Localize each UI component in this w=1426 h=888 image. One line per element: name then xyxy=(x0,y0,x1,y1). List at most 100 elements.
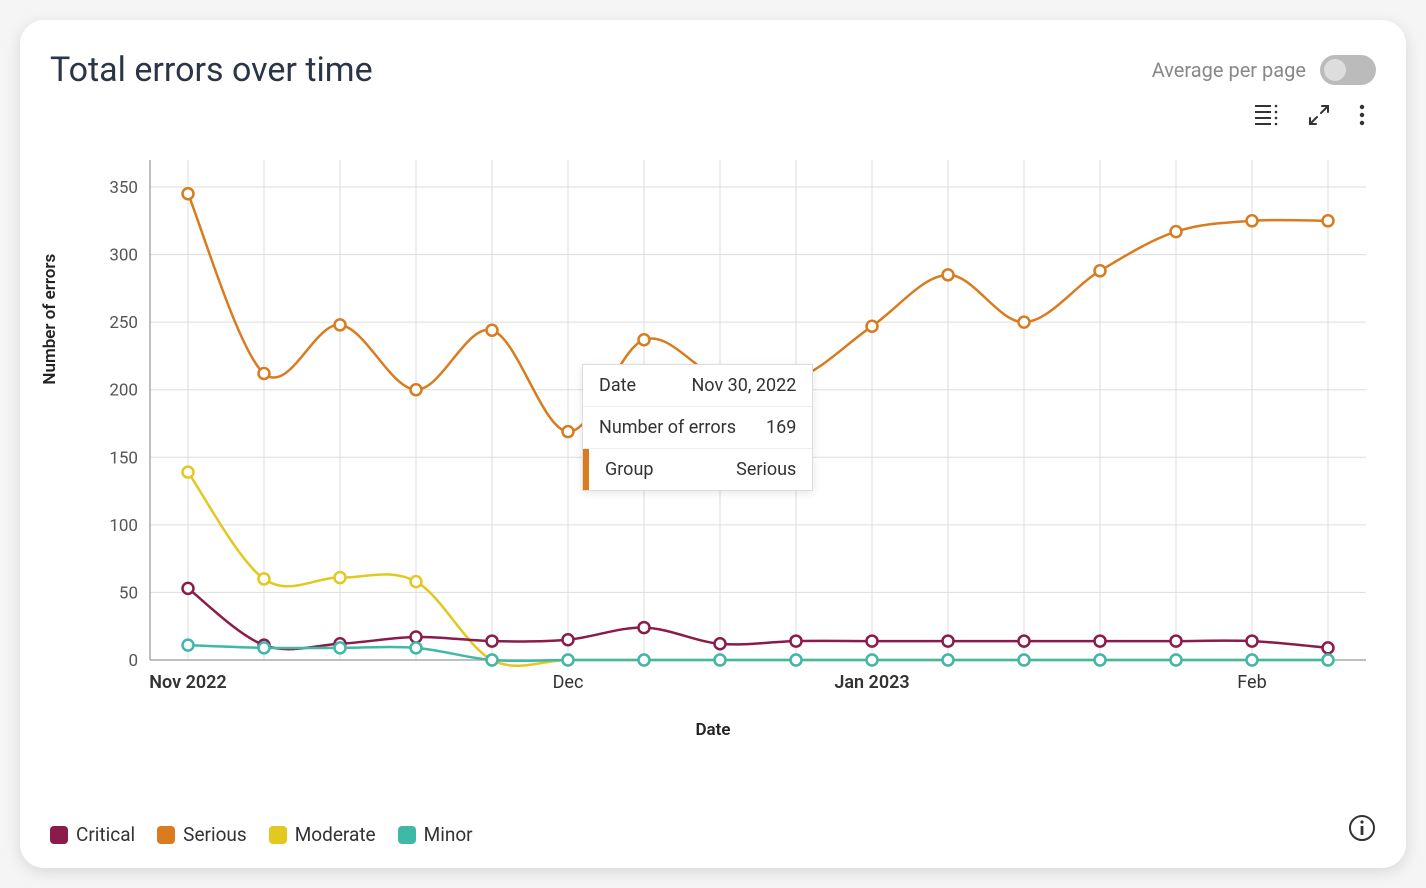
legend-label: Moderate xyxy=(295,823,376,846)
marker-minor[interactable] xyxy=(183,640,194,651)
legend-swatch xyxy=(269,826,287,844)
svg-text:200: 200 xyxy=(109,381,138,401)
series-minor xyxy=(188,645,1328,661)
average-per-page-toggle[interactable] xyxy=(1320,55,1376,85)
marker-serious[interactable] xyxy=(867,321,878,332)
marker-critical[interactable] xyxy=(1019,636,1030,647)
card-header: Total errors over time Average per page xyxy=(50,50,1376,90)
marker-serious[interactable] xyxy=(335,319,346,330)
marker-moderate[interactable] xyxy=(411,576,422,587)
marker-minor[interactable] xyxy=(1095,655,1106,666)
marker-critical[interactable] xyxy=(487,636,498,647)
more-options-icon[interactable] xyxy=(1358,104,1366,130)
marker-minor[interactable] xyxy=(1247,655,1258,666)
marker-critical[interactable] xyxy=(1247,636,1258,647)
svg-text:Jan 2023: Jan 2023 xyxy=(834,672,909,693)
chart-area: Number of errors 0 50 100 150 200 250 300 350 No… xyxy=(50,150,1376,750)
legend-item-serious[interactable]: Serious xyxy=(157,823,247,846)
tooltip-errors-value: 169 xyxy=(766,417,796,438)
marker-minor[interactable] xyxy=(563,655,574,666)
marker-serious[interactable] xyxy=(1019,317,1030,328)
marker-minor[interactable] xyxy=(259,642,270,653)
marker-serious[interactable] xyxy=(411,384,422,395)
marker-critical[interactable] xyxy=(1095,636,1106,647)
legend-label: Serious xyxy=(183,823,247,846)
svg-text:Dec: Dec xyxy=(553,672,584,693)
marker-minor[interactable] xyxy=(487,655,498,666)
tooltip: Date Nov 30, 2022 Number of errors 169 G… xyxy=(582,364,813,491)
tooltip-date-row: Date Nov 30, 2022 xyxy=(583,365,812,407)
y-axis-label: Number of errors xyxy=(40,254,60,385)
marker-moderate[interactable] xyxy=(335,572,346,583)
chart-card: Total errors over time Average per page xyxy=(20,20,1406,868)
marker-minor[interactable] xyxy=(411,642,422,653)
svg-text:100: 100 xyxy=(109,516,138,536)
marker-critical[interactable] xyxy=(183,583,194,594)
tooltip-date-value: Nov 30, 2022 xyxy=(691,375,796,396)
marker-minor[interactable] xyxy=(867,655,878,666)
tooltip-group-label: Group xyxy=(605,459,653,480)
marker-minor[interactable] xyxy=(335,642,346,653)
legend: Critical Serious Moderate Minor xyxy=(50,823,1376,846)
chart-toolbar xyxy=(50,104,1376,130)
series-critical xyxy=(188,588,1328,649)
marker-critical[interactable] xyxy=(791,636,802,647)
marker-critical[interactable] xyxy=(563,634,574,645)
marker-serious[interactable] xyxy=(639,334,650,345)
marker-minor[interactable] xyxy=(639,655,650,666)
svg-text:0: 0 xyxy=(128,651,138,671)
legend-item-minor[interactable]: Minor xyxy=(398,823,473,846)
info-icon[interactable] xyxy=(1348,814,1376,846)
legend-item-moderate[interactable]: Moderate xyxy=(269,823,376,846)
table-view-icon[interactable] xyxy=(1254,104,1280,130)
marker-critical[interactable] xyxy=(411,632,422,643)
marker-minor[interactable] xyxy=(1171,655,1182,666)
marker-serious[interactable] xyxy=(487,325,498,336)
expand-icon[interactable] xyxy=(1308,104,1330,130)
marker-moderate[interactable] xyxy=(183,467,194,478)
marker-critical[interactable] xyxy=(1323,642,1334,653)
marker-serious[interactable] xyxy=(1323,215,1334,226)
marker-critical[interactable] xyxy=(1171,636,1182,647)
legend-item-critical[interactable]: Critical xyxy=(50,823,135,846)
marker-serious[interactable] xyxy=(563,426,574,437)
legend-swatch xyxy=(50,826,68,844)
average-per-page-label: Average per page xyxy=(1152,58,1306,82)
svg-text:Nov 2022: Nov 2022 xyxy=(149,672,226,693)
chart-title: Total errors over time xyxy=(50,50,373,90)
legend-label: Minor xyxy=(424,823,473,846)
tooltip-date-label: Date xyxy=(599,375,636,396)
marker-minor[interactable] xyxy=(943,655,954,666)
marker-serious[interactable] xyxy=(259,368,270,379)
tooltip-group-value: Serious xyxy=(736,459,796,480)
marker-critical[interactable] xyxy=(715,638,726,649)
header-controls: Average per page xyxy=(1152,55,1376,85)
marker-serious[interactable] xyxy=(943,269,954,280)
tooltip-errors-label: Number of errors xyxy=(599,417,736,438)
svg-text:Feb: Feb xyxy=(1237,672,1266,693)
marker-serious[interactable] xyxy=(183,188,194,199)
legend-label: Critical xyxy=(76,823,135,846)
marker-serious[interactable] xyxy=(1171,226,1182,237)
tooltip-errors-row: Number of errors 169 xyxy=(583,407,812,449)
marker-serious[interactable] xyxy=(1095,265,1106,276)
marker-critical[interactable] xyxy=(867,636,878,647)
marker-minor[interactable] xyxy=(1019,655,1030,666)
marker-critical[interactable] xyxy=(639,622,650,633)
svg-text:50: 50 xyxy=(119,583,138,603)
svg-text:150: 150 xyxy=(109,448,138,468)
tooltip-group-row: Group Serious xyxy=(583,449,812,490)
marker-moderate[interactable] xyxy=(259,573,270,584)
svg-text:300: 300 xyxy=(109,246,138,266)
svg-text:350: 350 xyxy=(109,178,138,198)
marker-minor[interactable] xyxy=(715,655,726,666)
legend-swatch xyxy=(398,826,416,844)
marker-minor[interactable] xyxy=(1323,655,1334,666)
series-moderate xyxy=(188,472,1328,666)
marker-serious[interactable] xyxy=(1247,215,1258,226)
x-axis-label: Date xyxy=(50,720,1376,740)
marker-critical[interactable] xyxy=(943,636,954,647)
marker-minor[interactable] xyxy=(791,655,802,666)
svg-text:250: 250 xyxy=(109,313,138,333)
legend-swatch xyxy=(157,826,175,844)
